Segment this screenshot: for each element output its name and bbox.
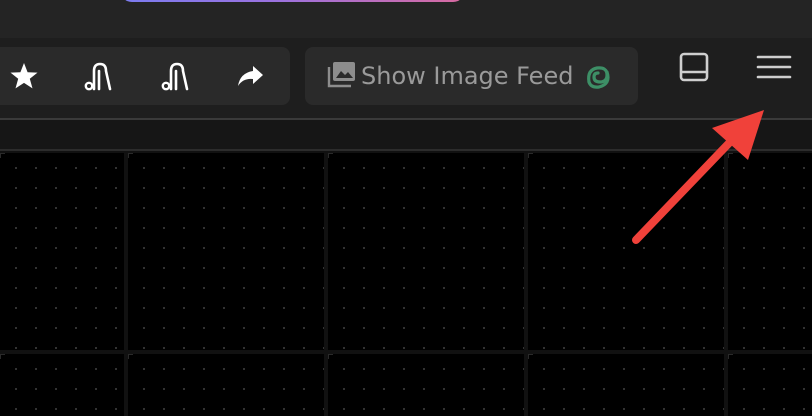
- grid-cell[interactable]: [728, 354, 812, 416]
- show-image-feed-label: Show Image Feed: [361, 62, 574, 90]
- grid-cell[interactable]: [0, 354, 124, 416]
- star-button[interactable]: [6, 60, 42, 92]
- hamburger-menu-icon: [756, 55, 792, 79]
- top-strip: [0, 0, 812, 38]
- toolbar: Show Image Feed: [0, 38, 812, 118]
- image-icon: [327, 62, 355, 88]
- spiral-logo-icon: [587, 66, 610, 89]
- panel-bottom-icon: [679, 52, 709, 82]
- image-grid: [0, 151, 812, 416]
- vacuum-icon: [84, 62, 112, 91]
- grid-cell[interactable]: [0, 153, 124, 350]
- toggle-panel-button[interactable]: [676, 51, 712, 83]
- grid-cell[interactable]: [328, 354, 524, 416]
- grid-cell[interactable]: [528, 153, 724, 350]
- tab-strip: [0, 120, 812, 150]
- grid-cell[interactable]: [328, 153, 524, 350]
- grid-cell[interactable]: [528, 354, 724, 416]
- grid-cell[interactable]: [128, 153, 324, 350]
- gradient-bar: [120, 0, 465, 2]
- actions-group: [0, 47, 290, 105]
- share-button[interactable]: [232, 60, 268, 92]
- menu-button[interactable]: [756, 51, 792, 83]
- grid-cell[interactable]: [128, 354, 324, 416]
- share-arrow-icon: [238, 66, 263, 86]
- vacuum-button-1[interactable]: [79, 60, 115, 92]
- vacuum-icon: [161, 62, 189, 91]
- star-icon: [10, 63, 38, 89]
- show-image-feed-button[interactable]: Show Image Feed: [305, 47, 638, 105]
- vacuum-button-2[interactable]: [156, 60, 192, 92]
- grid-cell[interactable]: [728, 153, 812, 350]
